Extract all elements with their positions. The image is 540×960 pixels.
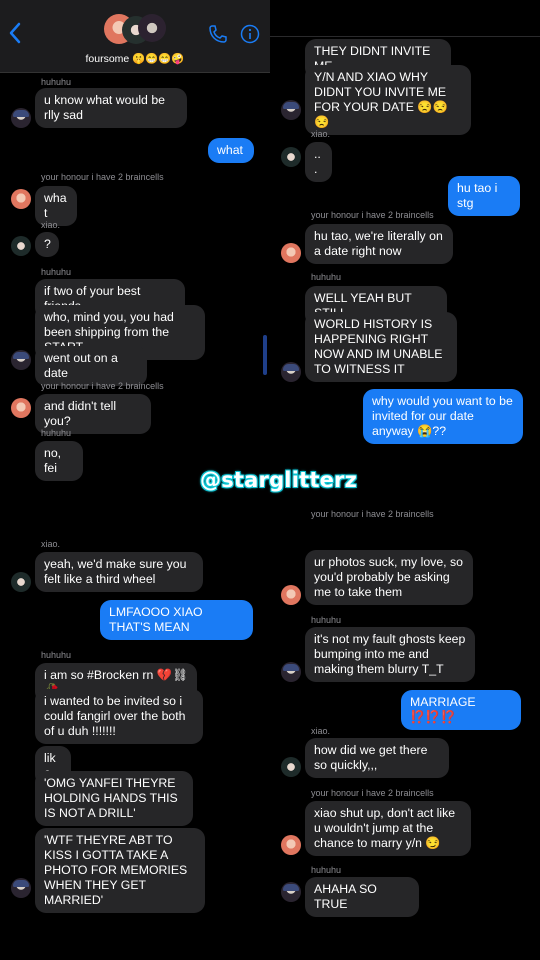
message-bubble[interactable]: MARRIAGE ⁉️⁉️⁉️ (401, 690, 521, 730)
sender-label: your honour i have 2 braincells (311, 210, 434, 220)
sender-label: huhuhu (41, 428, 72, 438)
message-bubble[interactable]: no, fei (35, 441, 83, 481)
phone-button[interactable] (208, 24, 228, 49)
avatar-huhuhu (281, 100, 301, 120)
message-bubble[interactable]: i wanted to be invited so i could fangir… (35, 689, 203, 744)
message-bubble[interactable]: u know what would be rlly sad (35, 88, 187, 128)
sender-label: xiao. (41, 539, 61, 549)
sender-label: xiao. (311, 129, 331, 139)
avatar-xiao (281, 147, 301, 167)
avatar-xiao (281, 757, 301, 777)
avatar-huhuhu (281, 882, 301, 902)
message-bubble[interactable]: what (208, 138, 254, 163)
divider (270, 36, 540, 37)
message-bubble[interactable]: ? (35, 232, 59, 257)
chevron-left-icon (9, 22, 21, 44)
message-bubble[interactable]: why would you want to be invited for our… (363, 389, 523, 444)
avatar-huhuhu (11, 878, 31, 898)
scrollbar[interactable] (263, 335, 267, 375)
sender-label: your honour i have 2 braincells (311, 788, 434, 798)
message-bubble[interactable]: hu tao i stg (448, 176, 520, 216)
sender-label: huhuhu (311, 865, 342, 875)
avatar-xiao (11, 572, 31, 592)
sender-label: huhuhu (311, 272, 342, 282)
sender-label: huhuhu (41, 267, 72, 277)
avatar-huhuhu (11, 108, 31, 128)
message-bubble[interactable]: ... (305, 142, 332, 182)
sender-label: your honour i have 2 braincells (311, 509, 434, 519)
group-name[interactable]: foursome 🤫😁😁🤪 (60, 52, 210, 65)
avatar-huhuhu (281, 662, 301, 682)
sender-label: your honour i have 2 braincells (41, 381, 164, 391)
sender-label: huhuhu (41, 77, 72, 87)
sender-label: huhuhu (41, 650, 72, 660)
avatar-yanfei (281, 243, 301, 263)
avatar-huhuhu (11, 350, 31, 370)
message-bubble[interactable]: 'OMG YANFEI THEYRE HOLDING HANDS THIS IS… (35, 771, 193, 826)
watermark: @starglitterz (200, 468, 357, 492)
message-bubble[interactable]: went out on a date (35, 346, 147, 386)
sender-label: huhuhu (311, 615, 342, 625)
avatar-yanfei (11, 189, 31, 209)
message-bubble[interactable]: yeah, we'd make sure you felt like a thi… (35, 552, 203, 592)
message-bubble[interactable]: WORLD HISTORY IS HAPPENING RIGHT NOW AND… (305, 312, 457, 382)
message-bubble[interactable]: hu tao, we're literally on a date right … (305, 224, 453, 264)
avatar-yanfei (281, 835, 301, 855)
info-icon (240, 24, 260, 44)
phone-icon (209, 25, 227, 43)
sender-label: xiao. (41, 220, 61, 230)
avatar-xiao (11, 236, 31, 256)
group-avatar[interactable] (104, 14, 166, 48)
message-bubble[interactable]: how did we get there so quickly,,, (305, 738, 449, 778)
message-bubble[interactable]: 'WTF THEYRE ABT TO KISS I GOTTA TAKE A P… (35, 828, 205, 913)
avatar-yanfei (281, 585, 301, 605)
avatar-huhuhu (281, 362, 301, 382)
message-bubble[interactable]: ur photos suck, my love, so you'd probab… (305, 550, 473, 605)
message-bubble[interactable]: Y/N AND XIAO WHY DIDNT YOU INVITE ME FOR… (305, 65, 471, 135)
sender-label: your honour i have 2 braincells (41, 172, 164, 182)
message-bubble[interactable]: it's not my fault ghosts keep bumping in… (305, 627, 475, 682)
avatar-yanfei (11, 398, 31, 418)
info-button[interactable] (240, 24, 260, 49)
message-bubble[interactable]: xiao shut up, don't act like u wouldn't … (305, 801, 471, 856)
message-bubble[interactable]: LMFAOOO XIAO THAT'S MEAN (100, 600, 253, 640)
chat-header: foursome 🤫😁😁🤪 (0, 0, 270, 73)
sender-label: xiao. (311, 726, 331, 736)
back-button[interactable] (8, 22, 24, 44)
message-bubble[interactable]: AHAHA SO TRUE (305, 877, 419, 917)
